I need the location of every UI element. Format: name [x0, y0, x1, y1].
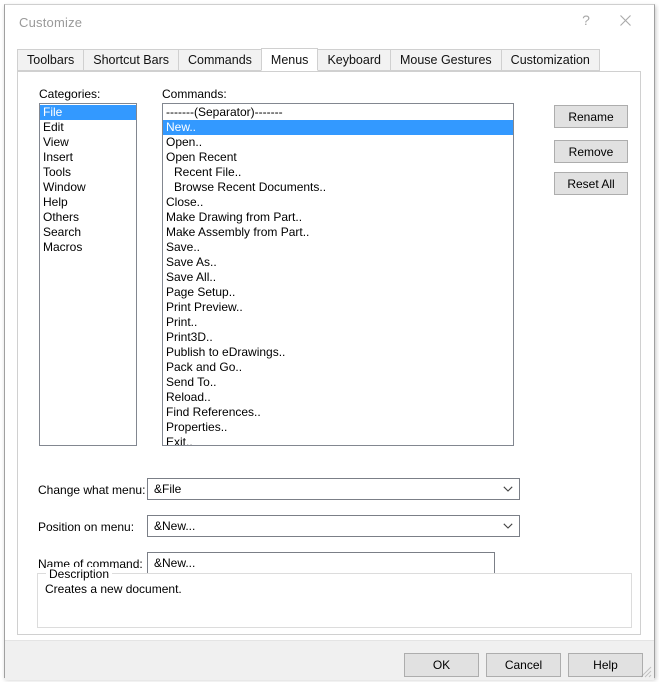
categories-label: Categories: — [39, 87, 101, 101]
chevron-down-icon — [503, 516, 513, 536]
categories-listbox[interactable]: File Edit View Insert Tools Window Help Others S… — [39, 103, 137, 446]
category-item[interactable]: File — [40, 105, 136, 120]
customize-dialog: Customize ? Toolbars Shortcut Bars Command… — [0, 0, 659, 682]
command-item[interactable]: Print3D.. — [163, 330, 513, 345]
command-item[interactable]: Page Setup.. — [163, 285, 513, 300]
command-item[interactable]: Close.. — [163, 195, 513, 210]
position-on-menu-value: &New... — [154, 519, 196, 533]
cancel-button[interactable]: Cancel — [486, 653, 561, 677]
tab-menus[interactable]: Menus — [260, 48, 319, 71]
command-item[interactable]: Find References.. — [163, 405, 513, 420]
command-item[interactable]: Properties.. — [163, 420, 513, 435]
category-item[interactable]: Insert — [40, 150, 136, 165]
command-item[interactable]: Open Recent — [163, 150, 513, 165]
reset-all-button[interactable]: Reset All — [554, 172, 628, 195]
command-item[interactable]: Make Drawing from Part.. — [163, 210, 513, 225]
description-text: Creates a new document. — [45, 582, 182, 596]
category-item[interactable]: Edit — [40, 120, 136, 135]
title-bar: Customize ? — [5, 5, 654, 41]
command-item[interactable]: Save As.. — [163, 255, 513, 270]
help-question-icon[interactable]: ? — [571, 5, 601, 35]
position-on-menu-combo[interactable]: &New... — [147, 515, 520, 537]
tab-shortcut-bars[interactable]: Shortcut Bars — [83, 49, 178, 71]
tab-customization[interactable]: Customization — [500, 49, 600, 71]
chevron-down-icon — [503, 479, 513, 499]
change-what-menu-combo[interactable]: &File — [147, 478, 520, 500]
remove-button[interactable]: Remove — [554, 140, 628, 163]
ok-button[interactable]: OK — [404, 653, 479, 677]
dialog-footer: OK Cancel Help — [5, 640, 654, 680]
category-item[interactable]: Others — [40, 210, 136, 225]
command-item[interactable]: Reload.. — [163, 390, 513, 405]
tab-keyboard[interactable]: Keyboard — [318, 49, 390, 71]
category-item[interactable]: Tools — [40, 165, 136, 180]
description-groupbox: Description Creates a new document. — [37, 567, 632, 628]
command-item[interactable]: Pack and Go.. — [163, 360, 513, 375]
rename-button[interactable]: Rename — [554, 105, 628, 128]
description-title: Description — [46, 567, 113, 581]
command-item[interactable]: Exit.. — [163, 435, 513, 445]
command-item[interactable]: Browse Recent Documents.. — [163, 180, 513, 195]
tab-commands[interactable]: Commands — [177, 49, 261, 71]
window-title: Customize — [19, 15, 83, 30]
tab-toolbars[interactable]: Toolbars — [17, 49, 84, 71]
window-frame: Customize ? Toolbars Shortcut Bars Command… — [4, 4, 655, 680]
command-item[interactable]: Print Preview.. — [163, 300, 513, 315]
tab-strip: Toolbars Shortcut Bars Commands Menus Keyboa… — [17, 48, 641, 72]
name-of-command-input[interactable] — [147, 552, 495, 574]
resize-grip-icon[interactable] — [638, 664, 652, 678]
commands-label: Commands: — [162, 87, 227, 101]
change-what-menu-value: &File — [154, 482, 182, 496]
category-item[interactable]: Window — [40, 180, 136, 195]
command-item[interactable]: New.. — [163, 120, 513, 135]
help-button[interactable]: Help — [568, 653, 643, 677]
command-item[interactable]: Print.. — [163, 315, 513, 330]
category-item[interactable]: View — [40, 135, 136, 150]
category-item[interactable]: Help — [40, 195, 136, 210]
command-item[interactable]: Make Assembly from Part.. — [163, 225, 513, 240]
command-item[interactable]: Publish to eDrawings.. — [163, 345, 513, 360]
command-item[interactable]: Save.. — [163, 240, 513, 255]
command-item[interactable]: Open.. — [163, 135, 513, 150]
command-item[interactable]: -------(Separator)------- — [163, 105, 513, 120]
position-on-menu-label: Position on menu: — [38, 520, 135, 534]
category-item[interactable]: Search — [40, 225, 136, 240]
close-icon[interactable] — [610, 5, 640, 35]
category-item[interactable]: Macros — [40, 240, 136, 255]
commands-listbox[interactable]: -------(Separator)------- New.. Open.. Open… — [162, 103, 514, 446]
tab-mouse-gestures[interactable]: Mouse Gestures — [389, 49, 501, 71]
command-item[interactable]: Save All.. — [163, 270, 513, 285]
command-item[interactable]: Recent File.. — [163, 165, 513, 180]
change-what-menu-label: Change what menu: — [38, 483, 146, 497]
command-item[interactable]: Send To.. — [163, 375, 513, 390]
